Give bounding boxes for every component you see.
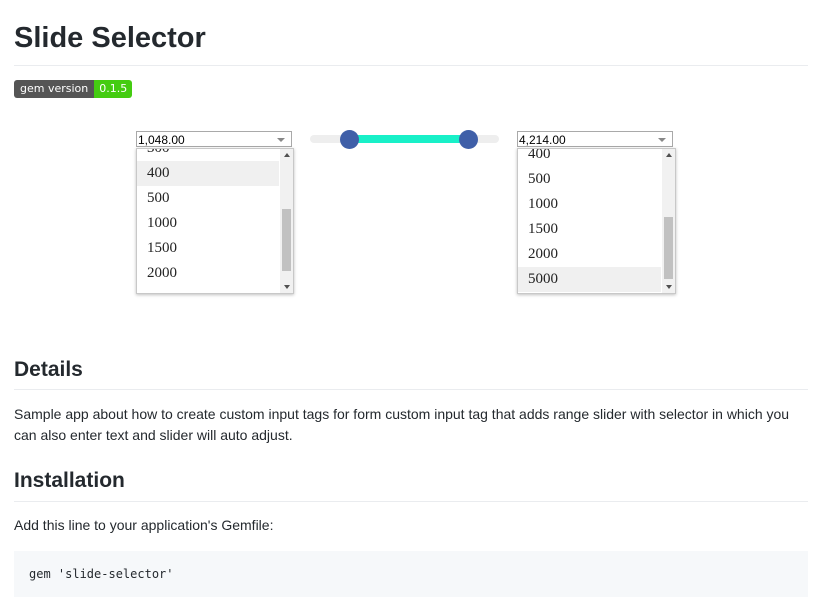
max-value-text: 4,214.00 (519, 133, 566, 147)
dropdown-option[interactable]: 2000 (137, 261, 279, 286)
min-value-select[interactable]: 1,048.00 (136, 131, 292, 147)
readme-page: Slide Selector gem version 0.1.5 1,048.0… (0, 0, 822, 615)
dropdown-option[interactable]: 500 (137, 186, 279, 211)
dropdown-scrollbar[interactable] (662, 149, 675, 293)
chevron-down-icon (658, 138, 666, 142)
min-slider-handle[interactable] (340, 130, 359, 149)
title-divider (14, 65, 808, 66)
max-value-dropdown: 400 500 1000 1500 2000 5000 (517, 148, 676, 294)
scroll-down-icon[interactable] (284, 285, 290, 289)
code-line: gem 'slide-selector' (29, 567, 174, 581)
max-value-select[interactable]: 4,214.00 (517, 131, 673, 147)
chevron-down-icon (277, 138, 285, 142)
dropdown-option[interactable]: 1000 (137, 211, 279, 236)
dropdown-option[interactable]: 400 (137, 161, 279, 186)
min-value-dropdown: 300 400 500 1000 1500 2000 (136, 148, 294, 294)
min-value-text: 1,048.00 (138, 133, 185, 147)
dropdown-scrollbar[interactable] (280, 149, 293, 293)
scroll-up-icon[interactable] (284, 153, 290, 157)
gemfile-code-block: gem 'slide-selector' (14, 551, 808, 597)
installation-text: Add this line to your application's Gemf… (14, 517, 274, 533)
details-divider (14, 389, 808, 390)
range-slider-fill (349, 135, 469, 143)
gem-version-badge[interactable]: gem version 0.1.5 (14, 80, 133, 98)
installation-divider (14, 501, 808, 502)
scrollbar-thumb[interactable] (664, 217, 673, 279)
scroll-up-icon[interactable] (666, 153, 672, 157)
dropdown-option[interactable]: 1500 (137, 236, 279, 261)
details-heading: Details (14, 358, 83, 381)
page-title: Slide Selector (14, 22, 206, 54)
dropdown-option[interactable]: 1000 (518, 192, 661, 217)
dropdown-option[interactable]: 400 (518, 149, 661, 167)
installation-heading: Installation (14, 469, 125, 492)
badge-value: 0.1.5 (94, 80, 133, 98)
dropdown-option[interactable]: 5000 (518, 267, 661, 292)
scroll-down-icon[interactable] (666, 285, 672, 289)
dropdown-option[interactable]: 1500 (518, 217, 661, 242)
dropdown-option[interactable]: 300 (137, 149, 279, 161)
max-slider-handle[interactable] (459, 130, 478, 149)
details-text: Sample app about how to create custom in… (14, 406, 790, 443)
dropdown-option[interactable]: 500 (518, 167, 661, 192)
scrollbar-thumb[interactable] (282, 209, 291, 271)
badge-label: gem version (14, 80, 95, 98)
dropdown-option[interactable]: 2000 (518, 242, 661, 267)
